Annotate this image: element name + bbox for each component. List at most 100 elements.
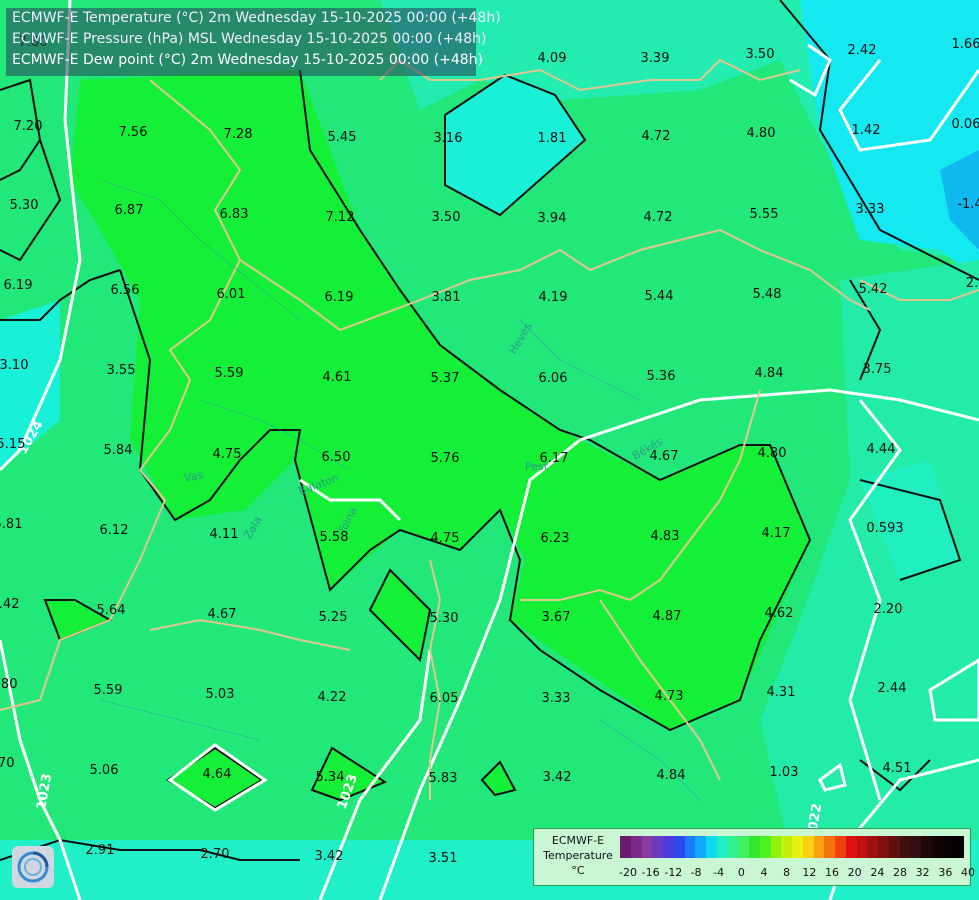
temperature-value: 4.62 — [765, 606, 794, 621]
legend-tick-label: -4 — [713, 866, 725, 879]
temperature-value: 1.81 — [538, 131, 567, 146]
temperature-value: 5.76 — [431, 451, 460, 466]
temperature-value: 4.80 — [747, 126, 776, 141]
legend-swatch — [695, 836, 706, 858]
temperature-value: 6.19 — [325, 290, 354, 305]
temperature-value: 5.30 — [10, 198, 39, 213]
temperature-value: 4.61 — [323, 370, 352, 385]
temperature-value: 3.39 — [641, 51, 670, 66]
temperature-value: 6.23 — [541, 531, 570, 546]
temperature-value: 5.45 — [328, 130, 357, 145]
legend-tick-label: -8 — [690, 866, 702, 879]
temperature-value: 4.80 — [758, 446, 787, 461]
legend-swatch — [716, 836, 728, 858]
legend-swatch — [953, 836, 964, 858]
temperature-value: 5.55 — [750, 207, 779, 222]
legend-swatch — [856, 836, 868, 858]
legend-swatch — [802, 836, 814, 858]
legend-color-bar — [620, 836, 964, 858]
temperature-value: 3.55 — [107, 363, 136, 378]
legend-tick-label: 0 — [737, 866, 745, 879]
legend-swatch — [770, 836, 782, 858]
legend-tick-label: -12 — [664, 866, 683, 879]
temperature-value: 3.50 — [432, 210, 461, 225]
legend-swatch — [921, 836, 932, 858]
header-line-temperature[interactable]: ECMWF-E Temperature (°C) 2m Wednesday 15… — [6, 8, 501, 29]
header-line-pressure[interactable]: ECMWF-E Pressure (hPa) MSL Wednesday 15-… — [6, 29, 486, 50]
legend-swatch — [781, 836, 792, 858]
temperature-value: 6.01 — [217, 287, 246, 302]
temperature-value: 3.67 — [542, 610, 571, 625]
legend-swatch — [684, 836, 696, 858]
map-header: ECMWF-E Temperature (°C) 2m Wednesday 15… — [6, 8, 501, 76]
temperature-value: 5.48 — [753, 287, 782, 302]
legend-swatch — [878, 836, 889, 858]
temperature-value: 4.73 — [655, 689, 684, 704]
legend-swatch — [759, 836, 771, 858]
temperature-value: 3.42 — [315, 849, 344, 864]
legend-swatch — [630, 836, 642, 858]
temperature-value: 4.44 — [867, 442, 896, 457]
temperature-value: 5.06 — [90, 763, 119, 778]
temperature-value: 4.75 — [431, 531, 460, 546]
temperature-value: 2.42 — [848, 43, 877, 58]
temperature-value: 5.30 — [430, 611, 459, 626]
temperature-value: 4.72 — [644, 210, 673, 225]
temperature-value: 4.75 — [213, 447, 242, 462]
legend-swatch — [899, 836, 911, 858]
legend-swatch — [931, 836, 943, 858]
temperature-value: 3.51 — [429, 851, 458, 866]
temperature-value: 3.75 — [863, 362, 892, 377]
temperature-value: 3.16 — [434, 131, 463, 146]
legend-swatch — [706, 836, 717, 858]
legend-swatch — [620, 836, 631, 858]
header-line-dewpoint[interactable]: ECMWF-E Dew point (°C) 2m Wednesday 15-1… — [6, 50, 483, 71]
legend-swatch — [813, 836, 825, 858]
legend-swatch — [727, 836, 739, 858]
legend-swatch — [641, 836, 653, 858]
temperature-value: 6.17 — [540, 451, 569, 466]
temperature-value: 4.84 — [755, 366, 784, 381]
temperature-value: 4.72 — [642, 129, 671, 144]
temperature-value: 5.34 — [316, 770, 345, 785]
legend-tick-label: 24 — [870, 866, 885, 879]
legend-tick-label: 28 — [893, 866, 907, 879]
legend-title: ECMWF-E Temperature °C — [543, 834, 613, 877]
temperature-value: 3.10 — [0, 358, 28, 373]
temperature-value: 4.19 — [539, 290, 568, 305]
temperature-value: 4.11 — [210, 527, 239, 542]
temperature-value: 5.03 — [206, 687, 235, 702]
temperature-value: 5.59 — [94, 683, 123, 698]
temperature-value: 5.83 — [429, 771, 458, 786]
temperature-value: 2. — [966, 276, 978, 291]
legend-tick-label: 8 — [783, 866, 791, 879]
temperature-value: 5.81 — [0, 517, 22, 532]
legend-tick-label: 16 — [825, 866, 839, 879]
temperature-value: 5.64 — [97, 603, 126, 618]
temperature-value: 2.91 — [86, 843, 115, 858]
temperature-value: 4.67 — [208, 607, 237, 622]
temperature-value: 5.59 — [215, 366, 244, 381]
legend-swatch — [738, 836, 749, 858]
legend-swatch — [888, 836, 900, 858]
temperature-value: 5.37 — [431, 371, 460, 386]
temperature-value: 3.81 — [432, 290, 461, 305]
legend-swatch — [673, 836, 685, 858]
temperature-value: 2.20 — [874, 602, 903, 617]
temperature-value: 3.33 — [542, 691, 571, 706]
legend-tick-label: 36 — [938, 866, 953, 879]
weather-map: 1024 1023 1023 1022 Vas Zala Balaton Tol… — [0, 0, 979, 900]
legend-ticks: -20 -16 -12 -8 -4 0 4 8 12 16 20 24 28 32 36 40 — [616, 866, 975, 882]
temperature-value: 5.58 — [320, 530, 349, 545]
temperature-value: 3.42 — [543, 770, 572, 785]
temperature-value: 0.593 — [866, 521, 903, 536]
legend-tick-label: 32 — [915, 866, 930, 879]
temperature-value: 4.17 — [762, 526, 791, 541]
temperature-value: 7.12 — [326, 210, 355, 225]
temperature-value: 4.67 — [650, 449, 679, 464]
temperature-value: 5.36 — [647, 369, 676, 384]
legend-swatch — [835, 836, 846, 858]
temperature-value: 4.87 — [653, 609, 682, 624]
temperature-value: 1.66 — [952, 37, 979, 52]
temperature-value: 7.28 — [224, 127, 253, 142]
